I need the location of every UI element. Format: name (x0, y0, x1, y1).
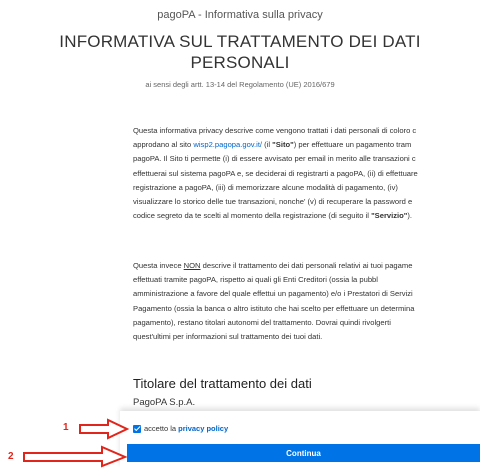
paragraph-line: codice segreto da te scelti al momento d… (133, 209, 478, 223)
annotation-number-2: 2 (8, 451, 14, 462)
page-title-line-2: PERSONALI (190, 53, 290, 72)
continue-button[interactable]: Continua (127, 444, 480, 462)
document-title: pagoPA - Informativa sulla privacy (157, 9, 323, 21)
text-fragment: descrive il trattamento dei dati persona… (200, 261, 413, 270)
bold-term: "Sito" (272, 140, 294, 150)
paragraph-line: Questa informativa privacy descrive come… (133, 126, 417, 135)
text-fragment: approdano al sito (133, 140, 194, 150)
paragraph-line: effettuati tramite pagoPA, rispetto ai q… (133, 275, 378, 285)
paragraph-line: quest'ultimi per informazioni sul tratta… (133, 332, 323, 342)
paragraph-line: Pagamento (ossia la banca o altro istitu… (133, 303, 415, 313)
bold-term: "Servizio" (371, 211, 408, 221)
page-subtitle: ai sensi degli artt. 13-14 del Regolamen… (145, 80, 335, 89)
text-fragment: codice segreto da te scelti al momento d… (133, 211, 372, 221)
paragraph-line: pagoPA. Il Sito ti permette (i) di esser… (133, 154, 416, 164)
paragraph-line: pagamento), restano titolari autonomi de… (133, 317, 391, 327)
underlined-term: NON (183, 261, 201, 270)
section-heading: Titolare del trattamento dei dati (133, 376, 312, 391)
paragraph-line: approdano al sito wisp2.pagopa.gov.it/ (… (133, 138, 478, 152)
text-fragment: ) per effettuare un pagamento tram (293, 140, 412, 150)
annotation-arrow-1 (79, 418, 130, 440)
privacy-intro-paragraph: Questa informativa privacy descrive come… (133, 124, 478, 223)
data-controller-name: PagoPA S.p.A. (133, 397, 196, 408)
page-title: INFORMATIVA SUL TRATTAMENTO DEI DATI PER… (0, 31, 480, 73)
annotation-number-1: 1 (63, 422, 69, 433)
text-fragment: ). (407, 211, 413, 221)
consent-row: accetto la privacy policy (133, 424, 228, 433)
paragraph-line: Questa invece NON descrive il trattament… (133, 259, 478, 273)
text-fragment: (il (262, 140, 273, 150)
paragraph-line: amministrazione a favore del quale effet… (133, 289, 413, 299)
paragraph-line: effettuerai sul sistema pagoPA e, se dec… (133, 168, 418, 178)
site-link[interactable]: wisp2.pagopa.gov.it/ (193, 140, 262, 149)
page-title-line-1: INFORMATIVA SUL TRATTAMENTO DEI DATI (59, 32, 421, 51)
consent-label: accetto la (144, 424, 177, 433)
paragraph-line: registrazione a pagoPA, (iii) di memoriz… (133, 182, 398, 192)
page-header: pagoPA - Informativa sulla privacy INFOR… (0, 0, 480, 89)
text-fragment: Questa invece (133, 261, 184, 270)
privacy-consent-checkbox[interactable] (133, 424, 141, 433)
paragraph-line: visualizzare lo storico delle tue transa… (133, 197, 413, 207)
annotation-arrow-2 (23, 445, 128, 468)
privacy-scope-paragraph: Questa invece NON descrive il trattament… (133, 259, 478, 344)
privacy-policy-link[interactable]: privacy policy (178, 424, 228, 433)
